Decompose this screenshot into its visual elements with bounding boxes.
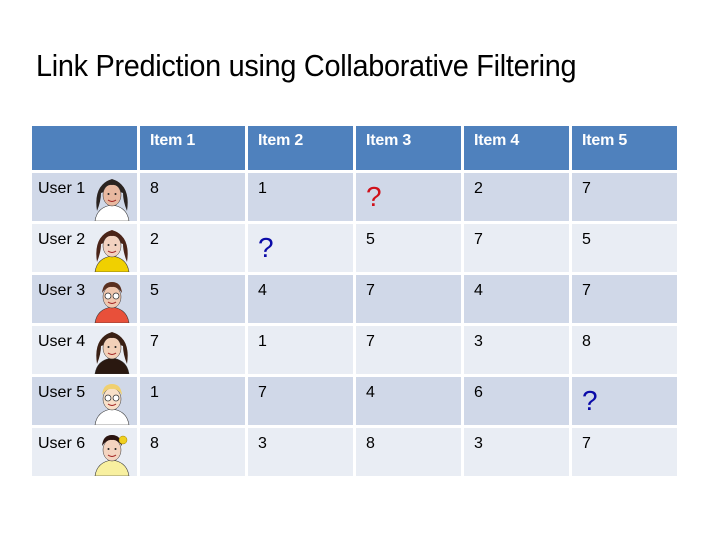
rating-cell: 3 [248,428,353,479]
rating-value: 7 [150,333,159,350]
woman-smiling-yellow-top-avatar [94,230,130,272]
corner-header [32,126,137,173]
table-row: User 4 7 1 7 3 8 [32,326,677,377]
user-cell: User 5 [32,377,137,428]
rating-value: 4 [474,282,483,299]
rating-value: 1 [258,180,267,197]
rating-value: 6 [474,384,483,401]
rating-value: 5 [582,231,591,248]
table-row: User 6 8 3 8 3 7 [32,428,677,479]
user-label: User 6 [38,435,86,452]
rating-cell: 6 [464,377,569,428]
rating-cell: 8 [572,326,677,377]
rating-value: 3 [474,435,483,452]
user-cell: User 6 [32,428,137,479]
rating-value: 7 [366,333,375,350]
rating-cell: 1 [248,173,353,224]
rating-cell: 4 [464,275,569,326]
rating-cell: 5 [356,224,461,275]
user-label: User 4 [38,333,86,350]
woman-blonde-sunglasses-avatar [94,384,130,425]
rating-value: 4 [258,282,267,299]
rating-value: 8 [582,333,591,350]
rating-cell: 7 [356,275,461,326]
rating-cell: 7 [140,326,245,377]
rating-cell: ? [248,224,353,275]
rating-cell: 5 [140,275,245,326]
table-row: User 1 8 1? 2 7 [32,173,677,224]
rating-value: 1 [258,333,267,350]
target-unknown-rating: ? [366,181,382,212]
column-header-item-1: Item 1 [140,126,245,173]
rating-cell: ? [356,173,461,224]
table-row: User 3 5 4 7 4 7 [32,275,677,326]
rating-value: 4 [366,384,375,401]
rating-cell: 7 [356,326,461,377]
rating-cell: 3 [464,326,569,377]
table-row: User 2 2? 5 7 5 [32,224,677,275]
slide-title: Link Prediction using Collaborative Filt… [36,48,577,83]
user-cell: User 4 [32,326,137,377]
rating-value: 5 [150,282,159,299]
rating-value: 1 [150,384,159,401]
woman-curly-hair-smiling-avatar [94,332,130,374]
rating-value: 7 [258,384,267,401]
rating-value: 8 [366,435,375,452]
user-label: User 1 [38,180,86,197]
rating-cell: 1 [248,326,353,377]
rating-cell: 8 [356,428,461,479]
rating-value: 7 [582,435,591,452]
woman-flower-in-hair-avatar [94,435,130,476]
rating-value: 3 [474,333,483,350]
rating-value: 8 [150,180,159,197]
rating-cell: 8 [140,173,245,224]
rating-cell: 1 [140,377,245,428]
rating-cell: 3 [464,428,569,479]
rating-value: 7 [474,231,483,248]
column-header-item-2: Item 2 [248,126,353,173]
unknown-rating: ? [258,232,274,263]
rating-cell: ? [572,377,677,428]
table-row: User 5 1 7 4 6? [32,377,677,428]
rating-cell: 4 [356,377,461,428]
rating-value: 7 [582,180,591,197]
rating-cell: 2 [140,224,245,275]
column-header-item-4: Item 4 [464,126,569,173]
rating-cell: 7 [464,224,569,275]
rating-cell: 7 [572,173,677,224]
ratings-table: Item 1 Item 2 Item 3 Item 4 Item 5 User … [29,126,680,479]
column-header-item-5: Item 5 [572,126,677,173]
rating-value: 8 [150,435,159,452]
header-row: Item 1 Item 2 Item 3 Item 4 Item 5 [32,126,677,173]
rating-cell: 4 [248,275,353,326]
rating-value: 2 [474,180,483,197]
user-cell: User 2 [32,224,137,275]
woman-dark-wavy-hair-avatar [94,179,130,221]
column-header-item-3: Item 3 [356,126,461,173]
user-cell: User 3 [32,275,137,326]
rating-value: 2 [150,231,159,248]
unknown-rating: ? [582,385,598,416]
rating-value: 7 [582,282,591,299]
rating-value: 3 [258,435,267,452]
rating-cell: 7 [248,377,353,428]
woman-glasses-red-top-avatar [94,282,130,323]
user-label: User 3 [38,282,86,299]
user-cell: User 1 [32,173,137,224]
rating-cell: 7 [572,428,677,479]
user-label: User 5 [38,384,86,401]
user-label: User 2 [38,231,86,248]
rating-cell: 8 [140,428,245,479]
rating-cell: 7 [572,275,677,326]
rating-value: 7 [366,282,375,299]
rating-cell: 5 [572,224,677,275]
rating-cell: 2 [464,173,569,224]
rating-value: 5 [366,231,375,248]
